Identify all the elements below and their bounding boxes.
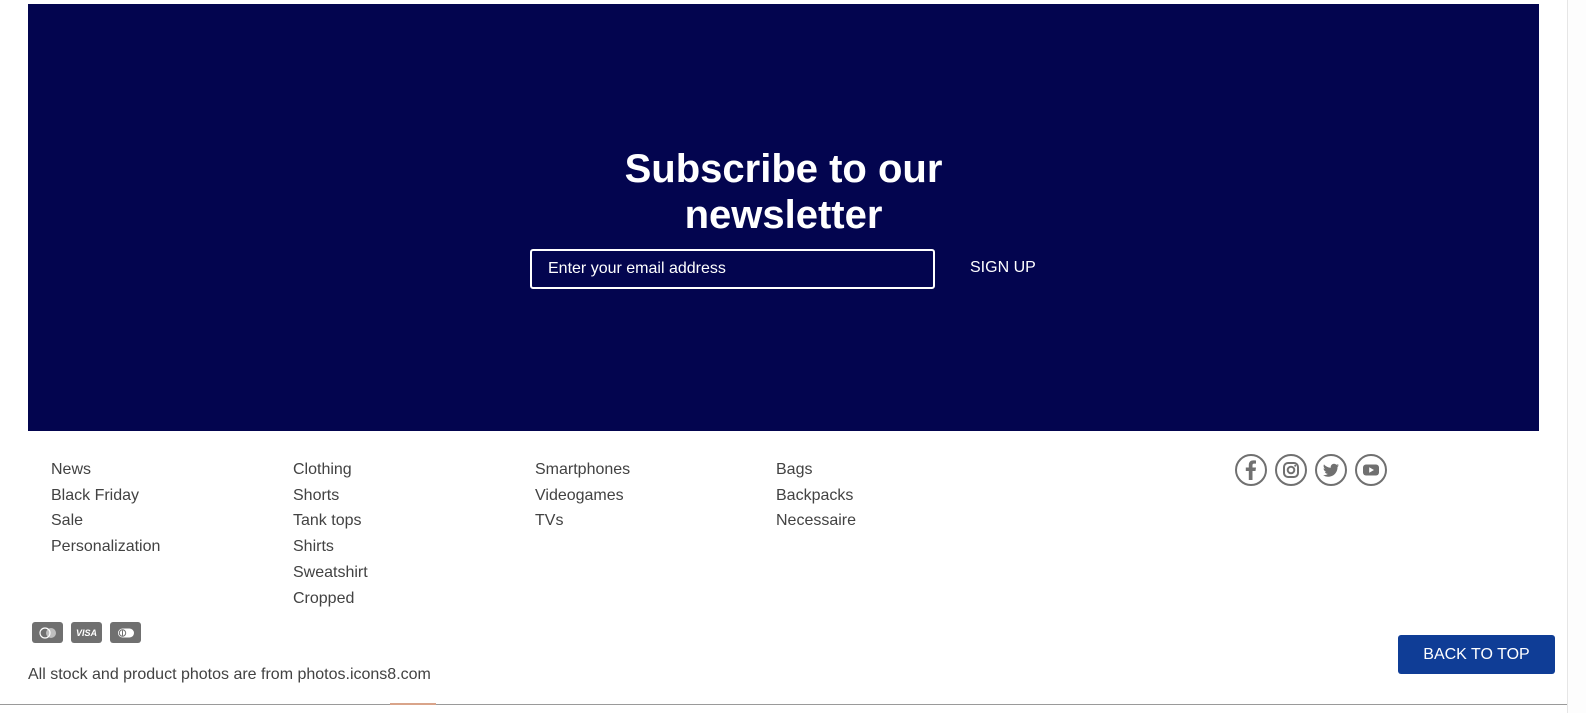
- footer-link-tvs[interactable]: TVs: [535, 508, 630, 534]
- back-to-top-button[interactable]: BACK TO TOP: [1398, 635, 1555, 674]
- footer-column-2: Clothing Shorts Tank tops Shirts Sweatsh…: [293, 457, 368, 611]
- footer-link-bags[interactable]: Bags: [776, 457, 856, 483]
- signup-button[interactable]: SIGN UP: [958, 252, 1048, 284]
- scrollbar-track[interactable]: [1567, 0, 1586, 713]
- diners-club-icon: [110, 622, 141, 643]
- footer-link-personalization[interactable]: Personalization: [51, 534, 160, 560]
- footer-link-tank-tops[interactable]: Tank tops: [293, 508, 368, 534]
- photo-credits: All stock and product photos are from ph…: [28, 666, 431, 683]
- footer-link-sweatshirt[interactable]: Sweatshirt: [293, 560, 368, 586]
- facebook-icon[interactable]: [1235, 454, 1267, 486]
- social-links: [1235, 454, 1387, 486]
- footer-link-smartphones[interactable]: Smartphones: [535, 457, 630, 483]
- bottom-divider: [0, 704, 1567, 705]
- footer-link-clothing[interactable]: Clothing: [293, 457, 368, 483]
- footer-link-videogames[interactable]: Videogames: [535, 483, 630, 509]
- twitter-icon[interactable]: [1315, 454, 1347, 486]
- footer-link-black-friday[interactable]: Black Friday: [51, 483, 160, 509]
- footer-column-1: News Black Friday Sale Personalization: [51, 457, 160, 560]
- footer-link-shirts[interactable]: Shirts: [293, 534, 368, 560]
- mastercard-icon: [32, 622, 63, 643]
- footer-link-backpacks[interactable]: Backpacks: [776, 483, 856, 509]
- footer-column-4: Bags Backpacks Necessaire: [776, 457, 856, 534]
- footer-link-news[interactable]: News: [51, 457, 160, 483]
- bottom-accent-mark: [390, 703, 436, 705]
- newsletter-title-line-1: Subscribe to our: [624, 147, 943, 191]
- instagram-icon[interactable]: [1275, 454, 1307, 486]
- page: Subscribe to our newsletter SIGN UP News…: [0, 0, 1586, 713]
- newsletter-section: Subscribe to our newsletter SIGN UP: [28, 4, 1539, 431]
- youtube-icon[interactable]: [1355, 454, 1387, 486]
- newsletter-title-line-2: newsletter: [684, 193, 883, 237]
- visa-icon-text: VISA: [75, 627, 97, 638]
- newsletter-title: Subscribe to our newsletter: [28, 146, 1539, 238]
- payment-methods: VISA: [32, 622, 141, 643]
- footer-link-sale[interactable]: Sale: [51, 508, 160, 534]
- visa-icon: VISA: [71, 622, 102, 643]
- footer-link-cropped[interactable]: Cropped: [293, 586, 368, 612]
- footer-link-shorts[interactable]: Shorts: [293, 483, 368, 509]
- footer-column-3: Smartphones Videogames TVs: [535, 457, 630, 534]
- email-input[interactable]: [530, 249, 935, 289]
- footer-link-necessaire[interactable]: Necessaire: [776, 508, 856, 534]
